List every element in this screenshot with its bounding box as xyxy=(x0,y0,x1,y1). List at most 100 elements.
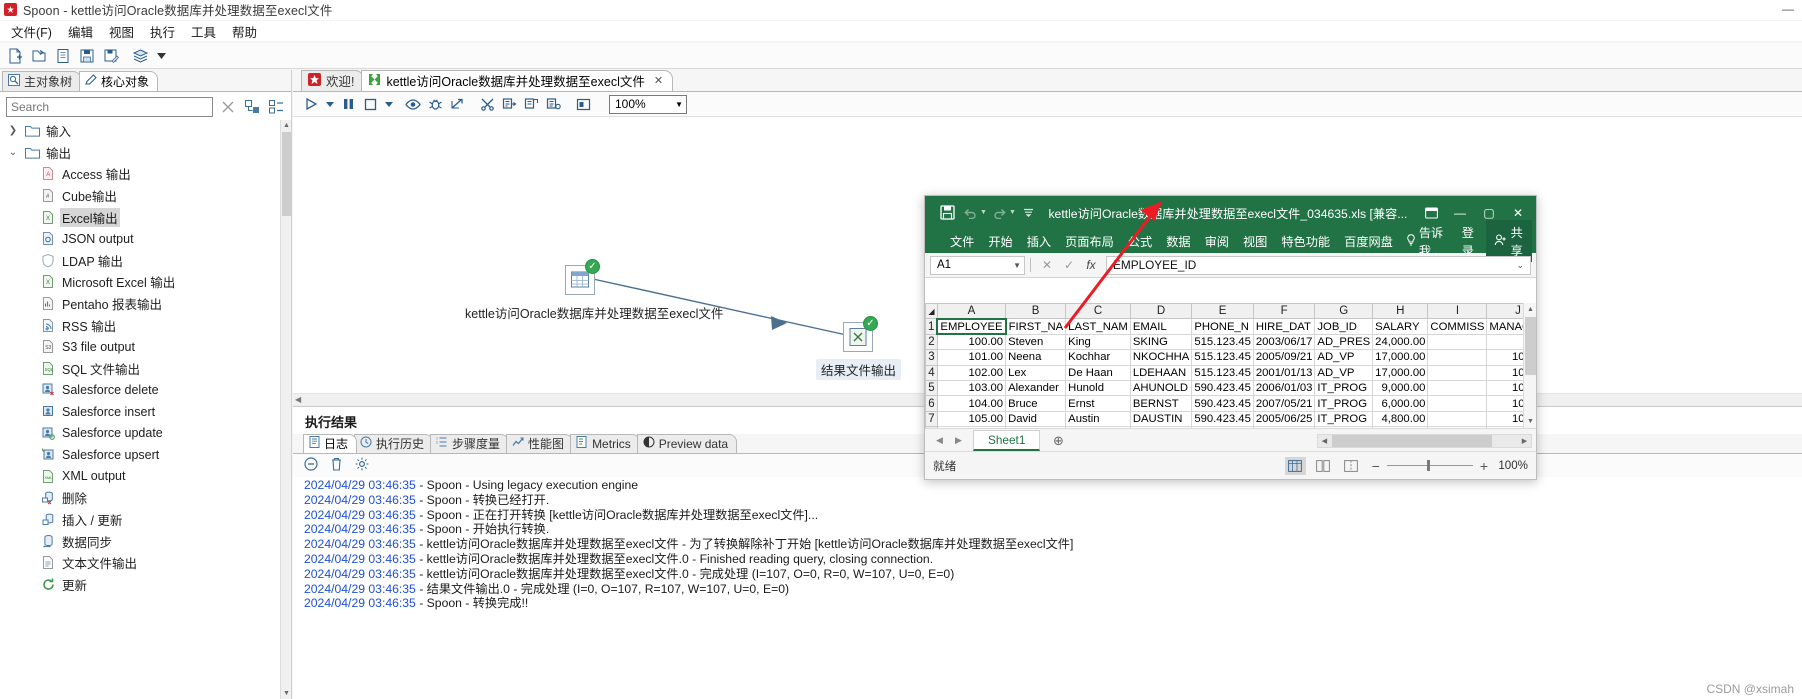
add-sheet-icon[interactable]: ⊕ xyxy=(1048,432,1068,450)
customize-qat-icon[interactable] xyxy=(1018,202,1039,223)
tree-item-json-output[interactable]: JSON output xyxy=(0,228,281,250)
zoom-out-button[interactable]: − xyxy=(1372,458,1380,474)
log-output[interactable]: 2024/04/29 03:46:35 - Spoon - Using lega… xyxy=(293,476,1802,699)
cell-d6[interactable]: BERNST xyxy=(1129,395,1193,412)
verify-button[interactable] xyxy=(477,94,497,114)
tab-core-objects[interactable]: 核心对象 xyxy=(79,71,159,91)
select-all-corner[interactable]: ◢ xyxy=(925,303,938,320)
tab-performance-graph[interactable]: 性能图 xyxy=(506,434,574,453)
tree-item-cube-output[interactable]: # Cube输出 xyxy=(0,185,281,207)
cell-d2[interactable]: SKING xyxy=(1129,333,1193,351)
cell-d3[interactable]: NKOCHHA xyxy=(1129,349,1193,366)
redo-icon[interactable] xyxy=(989,202,1010,223)
cell-h1[interactable]: SALARY xyxy=(1372,318,1429,335)
stop-button[interactable] xyxy=(360,94,380,114)
cell-f6[interactable]: 2007/05/21 xyxy=(1252,395,1316,412)
cell-i1[interactable]: COMMISS xyxy=(1427,318,1488,335)
tree-node-output[interactable]: ⌄ 输出 xyxy=(0,142,281,164)
minimize-button[interactable]: — xyxy=(1782,2,1794,16)
undo-icon[interactable] xyxy=(960,202,981,223)
cell-c6[interactable]: Ernst xyxy=(1065,395,1131,412)
replay-button[interactable] xyxy=(447,94,467,114)
cell-a6[interactable]: 104.00 xyxy=(936,395,1007,412)
tree-item-insert-update[interactable]: 插入 / 更新 xyxy=(0,509,281,531)
chevron-down-icon[interactable]: ⌄ xyxy=(6,147,20,158)
cell-h4[interactable]: 17,000.00 xyxy=(1372,364,1429,381)
cell-h7[interactable]: 4,800.00 xyxy=(1372,410,1429,428)
cell-f5[interactable]: 2006/01/03 xyxy=(1252,379,1316,397)
insert-function-icon[interactable]: fx xyxy=(1080,256,1102,275)
tab-metrics[interactable]: Metrics xyxy=(570,434,640,453)
row-header-2[interactable]: 2 xyxy=(925,333,938,351)
cell-f7[interactable]: 2005/06/25 xyxy=(1252,410,1316,428)
cell-e2[interactable]: 515.123.45 xyxy=(1191,333,1254,351)
tree-item-data-sync[interactable]: 数据同步 xyxy=(0,530,281,552)
ribbon-tab-data[interactable]: 数据 xyxy=(1159,230,1197,252)
row-header-5[interactable]: 5 xyxy=(925,379,938,397)
left-panel-scrollbar[interactable]: ▲ ▼ xyxy=(280,120,291,699)
redo-dropdown-icon[interactable]: ▼ xyxy=(1009,209,1016,216)
ribbon-tab-insert[interactable]: 插入 xyxy=(1020,230,1058,252)
table-row[interactable]: 7 105.00 David Austin DAUSTIN 590.423.45… xyxy=(925,410,1536,428)
delete-log-button[interactable] xyxy=(330,457,343,474)
tab-preview-data[interactable]: Preview data xyxy=(636,434,738,453)
ribbon-tab-features[interactable]: 特色功能 xyxy=(1274,230,1337,252)
clear-log-button[interactable] xyxy=(304,457,318,474)
cell-b7[interactable]: David xyxy=(1005,410,1067,428)
show-results-button[interactable] xyxy=(543,94,563,114)
ribbon-tab-formulas[interactable]: 公式 xyxy=(1121,230,1159,252)
tab-log[interactable]: 日志 xyxy=(303,434,358,453)
table-row[interactable]: 3 101.00 Neena Kochhar NKOCHHA 515.123.4… xyxy=(925,349,1536,366)
zoom-select[interactable]: 100% ▼ xyxy=(609,94,687,114)
cell-d1[interactable]: EMAIL xyxy=(1129,318,1193,335)
cell-a2[interactable]: 100.00 xyxy=(936,333,1007,351)
search-input[interactable] xyxy=(6,97,213,117)
cancel-formula-icon[interactable]: ✕ xyxy=(1036,256,1058,275)
cell-e5[interactable]: 590.423.45 xyxy=(1191,379,1254,397)
cell-c2[interactable]: King xyxy=(1065,333,1131,351)
expand-formula-bar-icon[interactable]: ⌄ xyxy=(1516,260,1524,271)
ribbon-tab-page-layout[interactable]: 页面布局 xyxy=(1058,230,1121,252)
col-header-e[interactable]: E xyxy=(1191,303,1254,320)
pause-button[interactable] xyxy=(338,94,358,114)
cell-i5[interactable] xyxy=(1427,379,1488,397)
tree-item-delete[interactable]: 删除 xyxy=(0,487,281,509)
row-header-7[interactable]: 7 xyxy=(925,410,938,428)
tree-item-microsoft-excel-output[interactable]: X Microsoft Excel 输出 xyxy=(0,271,281,293)
ribbon-tab-home[interactable]: 开始 xyxy=(981,230,1019,252)
col-header-h[interactable]: H xyxy=(1372,303,1429,320)
cell-i4[interactable] xyxy=(1427,364,1488,381)
zoom-percentage[interactable]: 100% xyxy=(1488,459,1528,472)
cell-g7[interactable]: IT_PROG xyxy=(1314,410,1374,428)
run-dropdown-icon[interactable] xyxy=(323,94,336,114)
cell-e6[interactable]: 590.423.45 xyxy=(1191,395,1254,412)
scroll-left-arrow-icon[interactable]: ◀ xyxy=(295,395,301,404)
tree-item-rss-output[interactable]: RSS 输出 xyxy=(0,314,281,336)
zoom-in-button[interactable]: + xyxy=(1480,458,1488,474)
tree-item-update[interactable]: 更新 xyxy=(0,573,281,595)
close-icon[interactable]: ✕ xyxy=(654,74,663,87)
tree-item-sql-file-output[interactable]: SQL SQL 文件输出 xyxy=(0,358,281,380)
collapse-all-icon[interactable] xyxy=(243,98,261,116)
col-header-c[interactable]: C xyxy=(1065,303,1131,320)
page-layout-view-icon[interactable] xyxy=(1313,457,1334,475)
tab-transformation[interactable]: kettle访问Oracle数据库并处理数据至execl文件 ✕ xyxy=(361,70,674,91)
cell-a4[interactable]: 102.00 xyxy=(936,364,1007,381)
ribbon-tab-baidu-pan[interactable]: 百度网盘 xyxy=(1337,230,1400,252)
first-sheet-arrow-icon[interactable]: ◀ xyxy=(931,432,948,449)
undo-dropdown-icon[interactable]: ▼ xyxy=(980,209,987,216)
open-file-icon[interactable] xyxy=(28,46,49,66)
cell-h5[interactable]: 9,000.00 xyxy=(1372,379,1429,397)
zoom-slider[interactable]: − + xyxy=(1372,458,1488,474)
cell-e4[interactable]: 515.123.45 xyxy=(1191,364,1254,381)
tree-item-text-file-output[interactable]: 文本文件输出 xyxy=(0,552,281,574)
save-as-icon[interactable] xyxy=(100,46,121,66)
scroll-up-arrow-icon[interactable]: ▲ xyxy=(281,120,292,131)
scroll-up-arrow-icon[interactable]: ▲ xyxy=(1524,303,1537,316)
page-break-view-icon[interactable] xyxy=(1341,457,1362,475)
save-icon[interactable] xyxy=(76,46,97,66)
tree-item-excel-output[interactable]: X Excel输出 xyxy=(0,206,281,228)
cell-d5[interactable]: AHUNOLD xyxy=(1129,379,1193,397)
cell-e7[interactable]: 590.423.45 xyxy=(1191,410,1254,428)
tree-node-input[interactable]: ❯ 输入 xyxy=(0,120,281,142)
